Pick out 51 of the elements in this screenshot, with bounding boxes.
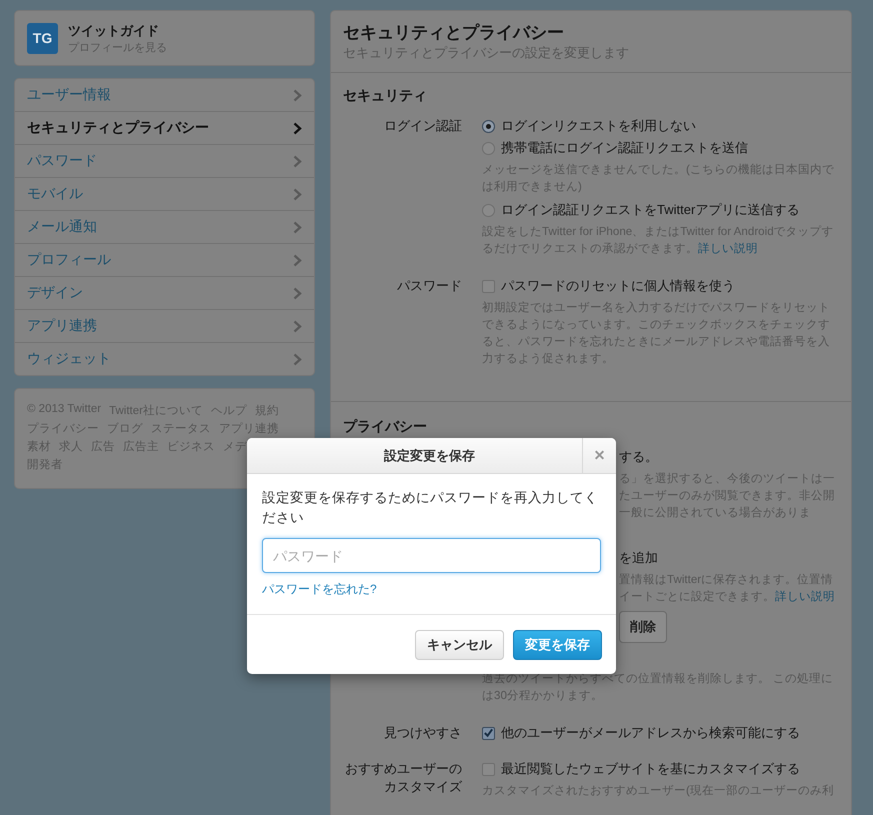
option-label: 最近閲覧したウェブサイトを基にカスタマイズする	[501, 760, 800, 778]
chevron-icon	[293, 122, 302, 134]
option-label: する。	[619, 448, 658, 466]
password-field[interactable]: パスワード	[262, 538, 601, 573]
menu-item[interactable]: モバイル	[15, 177, 314, 210]
field-label: おすすめユーザーのカスタマイズ	[344, 760, 462, 796]
option-label: ログインリクエストを利用しない	[501, 117, 696, 135]
radio-button[interactable]	[482, 204, 495, 216]
option-label: ログイン認証リクエストをTwitterアプリに送信する	[501, 201, 800, 219]
chevron-icon	[293, 220, 302, 234]
save-changes-button[interactable]: 変更を保存	[513, 630, 602, 660]
details-link[interactable]: 詳しい説明	[775, 590, 835, 603]
chevron-icon	[293, 286, 302, 300]
menu-item[interactable]: パスワード	[15, 144, 314, 177]
chevron-icon	[293, 188, 302, 200]
chevron-icon	[293, 154, 302, 168]
menu-item[interactable]: デザイン	[15, 276, 314, 309]
profile-name[interactable]: ツイットガイド	[68, 22, 167, 40]
menu-item[interactable]: プロフィール	[15, 243, 314, 276]
close-button[interactable]: ×	[582, 438, 616, 473]
chevron-icon	[293, 352, 302, 366]
section-heading: プライバシー	[343, 418, 428, 436]
menu-item[interactable]: アプリ連携	[15, 309, 314, 342]
chevron-icon	[293, 320, 302, 332]
field-label: 見つけやすさ	[383, 724, 462, 742]
details-link[interactable]: 詳しい説明	[698, 242, 758, 255]
option-label: 携帯電話にログイン認証リクエストを送信	[501, 139, 748, 157]
section-heading: セキュリティ	[343, 87, 428, 105]
dialog-title: 設定変更を保存	[382, 446, 476, 464]
option-label: パスワードのリセットに個人情報を使う	[501, 277, 735, 295]
chevron-icon	[293, 254, 302, 266]
cancel-button[interactable]: キャンセル	[415, 630, 504, 660]
field-label: パスワード	[396, 277, 462, 295]
radio-button[interactable]	[482, 142, 495, 154]
menu-item[interactable]: ウィジェット	[15, 342, 314, 375]
page-title: セキュリティとプライバシー	[343, 22, 565, 44]
checkbox[interactable]	[482, 726, 495, 740]
menu-item[interactable]: メール通知	[15, 210, 314, 243]
dialog-message: 設定変更を保存するためにパスワードを再入力してください	[262, 489, 599, 527]
forgot-password-link[interactable]: パスワードを忘れた?	[262, 581, 377, 598]
field-label: ログイン認証	[383, 117, 462, 135]
checkbox[interactable]	[482, 280, 495, 292]
radio-button[interactable]	[482, 120, 495, 132]
menu-item[interactable]: ユーザー情報	[15, 79, 314, 111]
option-label: 他のユーザーがメールアドレスから検索可能にする	[501, 724, 800, 742]
profile-logo[interactable]: TG	[27, 22, 58, 54]
checkbox[interactable]	[482, 762, 495, 776]
menu-item[interactable]: セキュリティとプライバシー	[15, 111, 314, 144]
delete-button[interactable]: 削除	[619, 611, 667, 643]
option-label: を追加	[619, 549, 658, 567]
chevron-icon	[293, 88, 302, 102]
